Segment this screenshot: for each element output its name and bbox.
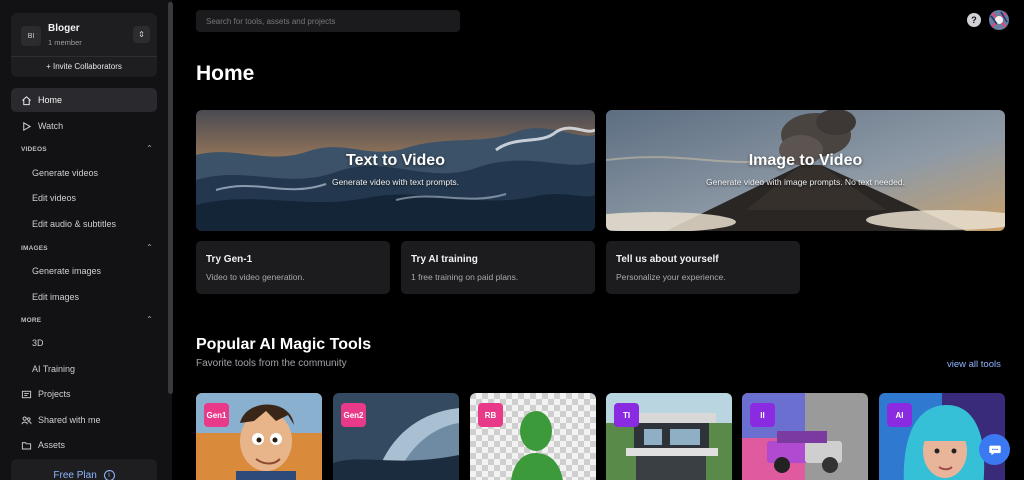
home-icon xyxy=(21,95,32,106)
try-ai-training-card[interactable]: Try AI training 1 free training on paid … xyxy=(401,241,595,294)
info-icon[interactable]: i xyxy=(103,470,115,480)
hero-subtitle: Generate video with text prompts. xyxy=(331,177,460,187)
sidebar-item-3d[interactable]: 3D xyxy=(32,338,44,348)
chevron-up-icon[interactable]: ⌃ xyxy=(146,243,153,252)
sidebar-item-ai-training[interactable]: AI Training xyxy=(32,364,75,374)
sidebar: BI Bloger 1 member ⇕ + Invite Collaborat… xyxy=(0,0,172,480)
tool-badge: AI xyxy=(887,403,912,427)
chat-icon xyxy=(988,445,1001,455)
hero-title: Image to Video xyxy=(748,152,863,169)
chevron-up-icon[interactable]: ⌃ xyxy=(146,144,153,153)
sidebar-item-generate-videos[interactable]: Generate videos xyxy=(32,168,98,178)
tool-badge: Gen1 xyxy=(204,403,229,427)
free-plan-button[interactable]: Free Plan i xyxy=(11,459,157,480)
sidebar-item-home[interactable]: Home xyxy=(11,88,157,112)
tool-card-rb[interactable]: RB xyxy=(470,393,596,480)
sidebar-scrollbar[interactable] xyxy=(168,2,173,394)
shared-icon xyxy=(21,415,32,426)
workspace-members: 1 member xyxy=(48,38,82,47)
tool-card-gen2[interactable]: Gen2 xyxy=(333,393,459,480)
hero-title: Text to Video xyxy=(346,152,445,169)
chevron-up-icon[interactable]: ⌃ xyxy=(146,315,153,324)
card-subtitle: Video to video generation. xyxy=(206,272,305,282)
tool-badge: RB xyxy=(478,403,503,427)
invite-collaborators-button[interactable]: + Invite Collaborators xyxy=(11,62,157,71)
sidebar-item-edit-images[interactable]: Edit images xyxy=(32,292,79,302)
sidebar-item-edit-audio-subtitles[interactable]: Edit audio & subtitles xyxy=(32,219,116,229)
section-images[interactable]: IMAGES ⌃ xyxy=(21,243,157,252)
tool-badge: II xyxy=(750,403,775,427)
sidebar-item-watch[interactable]: Watch xyxy=(11,114,157,138)
card-subtitle: 1 free training on paid plans. xyxy=(411,272,519,282)
card-title: Try Gen-1 xyxy=(206,254,253,265)
card-subtitle: Personalize your experience. xyxy=(616,272,726,282)
tell-us-about-yourself-card[interactable]: Tell us about yourself Personalize your … xyxy=(606,241,800,294)
sidebar-item-label: Watch xyxy=(38,121,64,131)
sidebar-item-label: Projects xyxy=(38,389,71,399)
ocean-wave-image xyxy=(196,110,595,231)
tool-badge: Gen2 xyxy=(341,403,366,427)
page-title: Home xyxy=(196,62,255,85)
card-title: Try AI training xyxy=(411,254,478,265)
section-title: Popular AI Magic Tools xyxy=(196,336,372,353)
chat-support-button[interactable] xyxy=(979,434,1010,465)
sidebar-item-label: Home xyxy=(38,95,63,105)
section-subtitle: Favorite tools from the community xyxy=(196,358,347,369)
section-more[interactable]: MORE ⌃ xyxy=(21,315,157,324)
sidebar-item-label: Assets xyxy=(38,440,66,450)
sidebar-item-edit-videos[interactable]: Edit videos xyxy=(32,193,76,203)
text-to-video-card[interactable]: Text to Video Generate video with text p… xyxy=(196,110,595,231)
user-avatar[interactable] xyxy=(989,10,1009,30)
search-input[interactable] xyxy=(196,10,460,32)
play-icon xyxy=(21,121,32,132)
volcano-image xyxy=(606,110,1005,231)
card-title: Tell us about yourself xyxy=(616,254,719,265)
view-all-tools-link[interactable]: view all tools xyxy=(947,359,1001,370)
workspace-avatar: BI xyxy=(21,26,41,46)
workspace-switch-icon[interactable]: ⇕ xyxy=(133,26,150,43)
section-label: MORE xyxy=(21,317,42,324)
image-to-video-card[interactable]: Image to Video Generate video with image… xyxy=(606,110,1005,231)
try-gen1-card[interactable]: Try Gen-1 Video to video generation. xyxy=(196,241,390,294)
help-icon[interactable]: ? xyxy=(967,13,981,27)
workspace-name: Bloger xyxy=(48,23,80,34)
section-label: IMAGES xyxy=(21,245,48,252)
folder-icon xyxy=(21,440,32,451)
sidebar-item-assets[interactable]: Assets xyxy=(11,433,157,457)
sidebar-item-generate-images[interactable]: Generate images xyxy=(32,266,101,276)
section-videos[interactable]: VIDEOS ⌃ xyxy=(21,144,157,153)
free-plan-label: Free Plan xyxy=(53,470,97,480)
sidebar-item-label: Shared with me xyxy=(38,415,101,425)
sidebar-item-shared[interactable]: Shared with me xyxy=(11,408,157,432)
tool-badge: TI xyxy=(614,403,639,427)
section-label: VIDEOS xyxy=(21,146,47,153)
projects-icon xyxy=(21,389,32,400)
divider xyxy=(11,56,157,57)
hero-subtitle: Generate video with image prompts. No te… xyxy=(706,177,905,187)
tool-card-gen1[interactable]: Gen1 xyxy=(196,393,322,480)
workspace-card[interactable]: BI Bloger 1 member ⇕ + Invite Collaborat… xyxy=(11,13,157,77)
tool-card-ii[interactable]: II xyxy=(742,393,868,480)
sidebar-item-projects[interactable]: Projects xyxy=(11,382,157,406)
tool-card-ti[interactable]: TI xyxy=(606,393,732,480)
